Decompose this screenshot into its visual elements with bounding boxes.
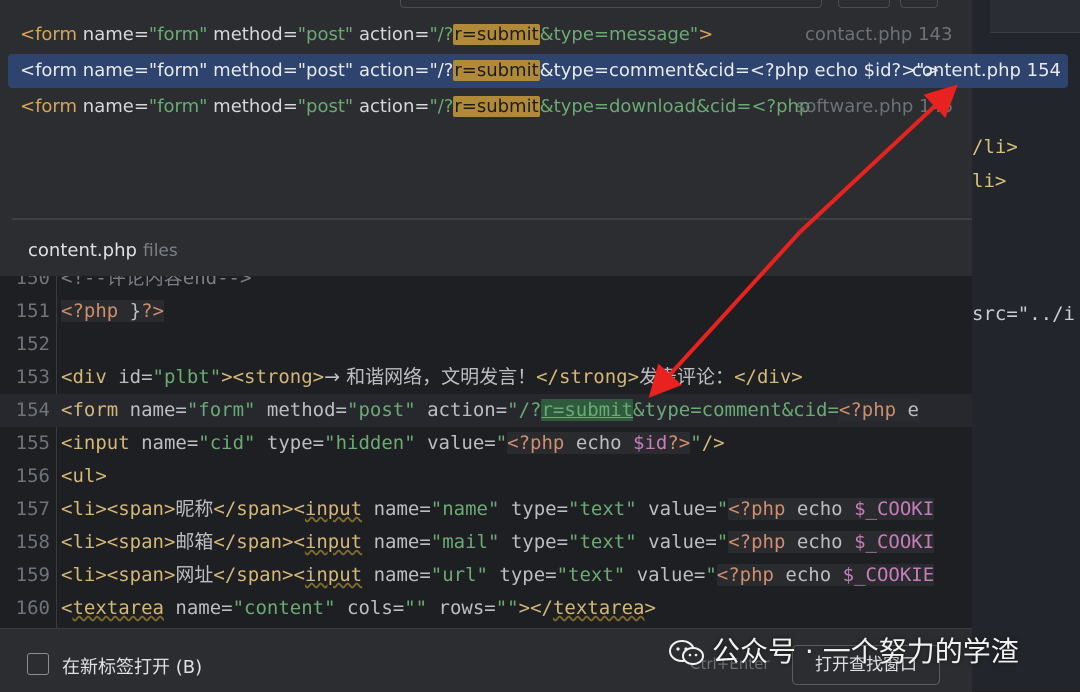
annotation-arrow	[648, 84, 958, 398]
arrow-to-result	[798, 84, 958, 234]
arrow-to-code	[648, 230, 802, 398]
